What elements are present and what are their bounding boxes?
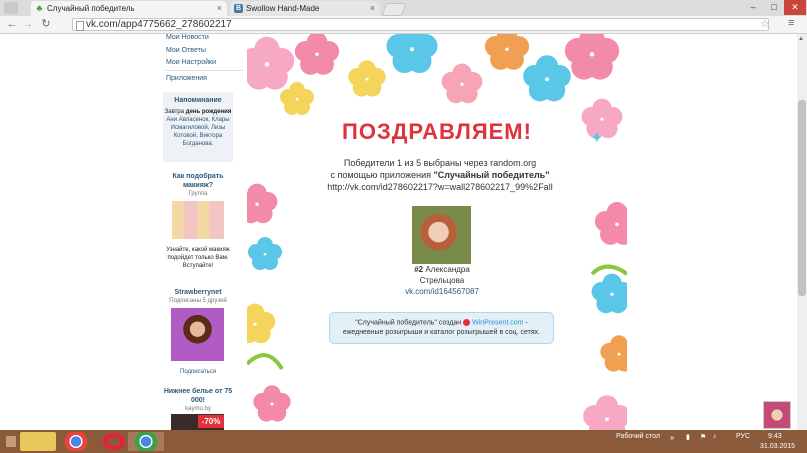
ad-subtitle: kaymu.by xyxy=(185,406,211,412)
divider xyxy=(165,70,243,71)
notice-line2: ежедневные розыгрыши и каталог розыгрыше… xyxy=(342,329,541,336)
reminder-prefix: Завтра xyxy=(164,109,185,115)
close-window-button[interactable]: ✕ xyxy=(784,0,806,15)
winner-rank: #2 xyxy=(414,265,424,274)
reminder-text: Завтра день рождения Ани Авласенок, Клар… xyxy=(163,108,233,148)
app-line-prefix: с помощью приложения xyxy=(330,170,431,180)
chrome-active-icon[interactable] xyxy=(128,432,164,451)
volume-icon[interactable]: ♪ xyxy=(713,433,717,440)
menu-item-news[interactable]: Мои Новости xyxy=(166,34,209,41)
explorer-icon[interactable] xyxy=(20,432,56,451)
app-name: "Случайный победитель" xyxy=(433,170,550,180)
discount-badge: -70% xyxy=(198,415,224,428)
minimize-button[interactable]: – xyxy=(742,0,764,15)
browser-menu-icon[interactable] xyxy=(4,2,18,14)
back-arrow-icon[interactable]: ← xyxy=(4,16,20,33)
language-indicator[interactable]: РУС xyxy=(736,433,750,440)
ad-image-dolls[interactable] xyxy=(172,201,224,239)
right-gutter xyxy=(627,34,797,430)
congrats-heading: ПОЗДРАВЛЯЕМ! xyxy=(342,119,532,144)
url-text: vk.com/app4775662_278602217 xyxy=(86,19,232,30)
winner-last-name: Стрельцова xyxy=(419,276,465,285)
post-link[interactable]: http://vk.com/id278602217?w=wall27860221… xyxy=(247,182,633,192)
notice-line1: "Случайный победитель" создан WinPresent… xyxy=(329,319,554,326)
start-button[interactable] xyxy=(6,436,16,447)
scroll-up-icon[interactable]: ▲ xyxy=(798,36,804,42)
notice-prefix: "Случайный победитель" создан xyxy=(355,319,462,327)
reminder-names: Ани Авласенок, Клары Исмагиловой, Лизы К… xyxy=(166,117,230,147)
reminder-title: Напоминание xyxy=(174,97,222,104)
ad-image-model[interactable] xyxy=(171,308,224,361)
scrollbar-thumb[interactable] xyxy=(798,100,806,296)
star-icon[interactable]: ☆ xyxy=(760,17,770,30)
reload-icon[interactable]: ↻ xyxy=(38,16,54,33)
ad-body: Узнайте, какой макияж подойдет только Ва… xyxy=(166,247,230,269)
app-line: с помощью приложения "Случайный победите… xyxy=(247,170,633,180)
tab-swollow[interactable]: B Swollow Hand-Made × xyxy=(230,1,380,16)
opera-icon[interactable] xyxy=(96,432,132,451)
network-icon[interactable]: ▮ xyxy=(686,433,690,441)
ad-title[interactable]: Нижнее белье от 75 000! xyxy=(163,387,233,405)
vk-icon: B xyxy=(234,4,243,13)
subscribe-link[interactable]: Подписаться xyxy=(163,368,233,376)
chat-avatar[interactable] xyxy=(763,401,791,429)
chrome-icon[interactable] xyxy=(58,432,94,451)
menu-item-apps[interactable]: Приложения xyxy=(166,75,207,82)
tab-close-icon[interactable]: × xyxy=(370,1,375,16)
page-icon xyxy=(76,21,84,31)
settings-menu-icon[interactable]: ≡ xyxy=(788,17,794,29)
winpresent-icon xyxy=(463,319,471,326)
winpresent-link[interactable]: WinPresent.com xyxy=(472,319,523,326)
ad-subtitle: Группа xyxy=(188,191,208,197)
winner-rank-name: #2 Александра xyxy=(392,265,492,274)
forward-arrow-icon[interactable]: → xyxy=(20,16,36,33)
menu-item-settings[interactable]: Мои Настройки xyxy=(166,59,216,66)
tab-title: Swollow Hand-Made xyxy=(246,4,320,13)
reminder-bold: день рождения xyxy=(185,109,232,115)
creator-notice xyxy=(329,312,554,344)
winners-line: Победители 1 из 5 выбраны через random.o… xyxy=(343,158,537,168)
clock-date[interactable]: 31.03.2015 xyxy=(760,443,795,450)
clock-time[interactable]: 9:43 xyxy=(768,433,782,440)
winner-avatar[interactable] xyxy=(412,206,471,264)
clover-icon: ♣ xyxy=(36,3,43,13)
flag-icon[interactable]: ⚑ xyxy=(700,433,706,441)
tray-arrows-icon[interactable]: » xyxy=(670,433,674,442)
notice-dash: - xyxy=(525,319,528,327)
maximize-button[interactable]: □ xyxy=(763,0,785,15)
desktop-label[interactable]: Рабочий стол xyxy=(616,433,660,440)
tab-title: Случайный победитель xyxy=(47,4,135,13)
winner-link[interactable]: vk.com/id164567087 xyxy=(392,287,492,296)
tab-close-icon[interactable]: × xyxy=(217,1,222,16)
winner-first-name: Александра xyxy=(425,265,470,274)
menu-item-answers[interactable]: Мои Ответы xyxy=(166,47,206,54)
ad-subtitle: Подписаны 5 друзей xyxy=(169,298,227,304)
ad-title[interactable]: Как подобрать макияж? xyxy=(163,172,233,190)
ad-title[interactable]: Strawberrynet xyxy=(163,288,233,297)
tab-random-winner[interactable]: ♣ Случайный победитель × xyxy=(31,1,227,16)
